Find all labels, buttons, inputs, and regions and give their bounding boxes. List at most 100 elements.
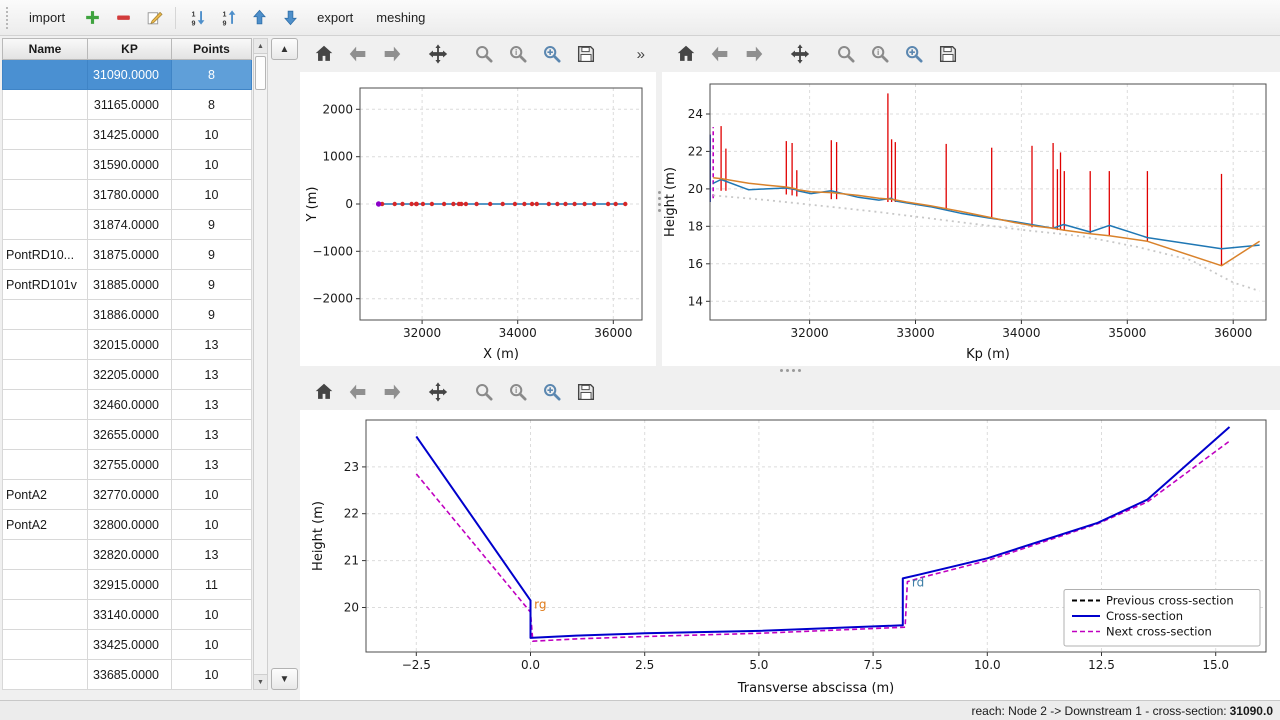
table-row[interactable]: 31425.000010 xyxy=(2,120,252,150)
cell-kp[interactable]: 32800.0000 xyxy=(88,510,172,540)
scroll-down-icon[interactable]: ▼ xyxy=(254,674,267,689)
cell-points[interactable]: 13 xyxy=(172,540,252,570)
back-icon[interactable] xyxy=(343,40,372,69)
table-row[interactable]: 32655.000013 xyxy=(2,420,252,450)
subplots-icon[interactable]: i xyxy=(865,40,894,69)
cell-name[interactable] xyxy=(2,60,88,90)
cell-kp[interactable]: 33425.0000 xyxy=(88,630,172,660)
subplots-icon[interactable]: i xyxy=(503,378,532,407)
cell-kp[interactable]: 32460.0000 xyxy=(88,390,172,420)
customize-icon[interactable] xyxy=(899,40,928,69)
sort-ascending-icon[interactable]: 19 xyxy=(184,5,210,31)
cell-name[interactable] xyxy=(2,420,88,450)
table-row[interactable]: 32205.000013 xyxy=(2,360,252,390)
cell-kp[interactable]: 32770.0000 xyxy=(88,480,172,510)
scroll-up-icon[interactable]: ▲ xyxy=(254,39,267,54)
cell-name[interactable] xyxy=(2,360,88,390)
table-row[interactable]: PontRD101v31885.00009 xyxy=(2,270,252,300)
add-cross-section-icon[interactable] xyxy=(79,5,105,31)
table-row[interactable]: 33425.000010 xyxy=(2,630,252,660)
table-row[interactable]: 33685.000010 xyxy=(2,660,252,690)
cell-name[interactable] xyxy=(2,660,88,690)
customize-icon[interactable] xyxy=(537,40,566,69)
home-icon[interactable] xyxy=(671,40,700,69)
cell-kp[interactable]: 32820.0000 xyxy=(88,540,172,570)
table-row[interactable]: 31165.00008 xyxy=(2,90,252,120)
move-up-icon[interactable] xyxy=(246,5,272,31)
forward-icon[interactable] xyxy=(377,378,406,407)
home-icon[interactable] xyxy=(309,40,338,69)
import-button[interactable]: import xyxy=(20,6,74,29)
table-row[interactable]: 31590.000010 xyxy=(2,150,252,180)
subplots-icon[interactable]: i xyxy=(503,40,532,69)
cell-points[interactable]: 10 xyxy=(172,510,252,540)
zoom-icon[interactable] xyxy=(469,378,498,407)
cell-name[interactable] xyxy=(2,210,88,240)
back-icon[interactable] xyxy=(343,378,372,407)
cell-name[interactable] xyxy=(2,600,88,630)
cell-name[interactable] xyxy=(2,90,88,120)
table-row[interactable]: 31886.00009 xyxy=(2,300,252,330)
cell-points[interactable]: 9 xyxy=(172,300,252,330)
table-row[interactable]: 32755.000013 xyxy=(2,450,252,480)
cell-name[interactable] xyxy=(2,150,88,180)
table-row[interactable]: PontA232770.000010 xyxy=(2,480,252,510)
cell-kp[interactable]: 31780.0000 xyxy=(88,180,172,210)
back-icon[interactable] xyxy=(705,40,734,69)
edit-cross-section-icon[interactable] xyxy=(141,5,167,31)
pan-icon[interactable] xyxy=(423,40,452,69)
cell-points[interactable]: 8 xyxy=(172,60,252,90)
cell-points[interactable]: 10 xyxy=(172,630,252,660)
cell-name[interactable] xyxy=(2,570,88,600)
table-row[interactable]: PontRD10...31875.00009 xyxy=(2,240,252,270)
cell-points[interactable]: 10 xyxy=(172,600,252,630)
cell-points[interactable]: 10 xyxy=(172,660,252,690)
cell-name[interactable] xyxy=(2,390,88,420)
cell-kp[interactable]: 32655.0000 xyxy=(88,420,172,450)
table-row[interactable]: 31874.00009 xyxy=(2,210,252,240)
cell-points[interactable]: 9 xyxy=(172,270,252,300)
toolbar-grip[interactable] xyxy=(6,7,11,29)
cell-name[interactable] xyxy=(2,330,88,360)
zoom-icon[interactable] xyxy=(469,40,498,69)
cell-kp[interactable]: 31885.0000 xyxy=(88,270,172,300)
cell-points[interactable]: 13 xyxy=(172,420,252,450)
meshing-button[interactable]: meshing xyxy=(367,6,434,29)
table-scrollbar[interactable]: ▲ ▼ xyxy=(253,38,268,690)
table-row[interactable]: 31780.000010 xyxy=(2,180,252,210)
table-row[interactable]: 32460.000013 xyxy=(2,390,252,420)
cell-name[interactable]: PontRD10... xyxy=(2,240,88,270)
table-row[interactable]: 32820.000013 xyxy=(2,540,252,570)
row-move-down-button[interactable]: ▼ xyxy=(271,668,298,690)
cell-kp[interactable]: 33685.0000 xyxy=(88,660,172,690)
pan-icon[interactable] xyxy=(423,378,452,407)
save-icon[interactable] xyxy=(571,378,600,407)
cell-kp[interactable]: 31874.0000 xyxy=(88,210,172,240)
column-header-points[interactable]: Points xyxy=(172,38,252,60)
cell-kp[interactable]: 31886.0000 xyxy=(88,300,172,330)
cell-points[interactable]: 10 xyxy=(172,150,252,180)
cell-points[interactable]: 9 xyxy=(172,210,252,240)
horizontal-splitter[interactable] xyxy=(300,366,1280,374)
customize-icon[interactable] xyxy=(537,378,566,407)
cell-name[interactable] xyxy=(2,450,88,480)
longitudinal-profile-chart[interactable]: 3200033000340003500036000141618202224Kp … xyxy=(662,72,1280,366)
pan-icon[interactable] xyxy=(785,40,814,69)
table-row[interactable]: 32915.000011 xyxy=(2,570,252,600)
cell-kp[interactable]: 31090.0000 xyxy=(88,60,172,90)
move-down-icon[interactable] xyxy=(277,5,303,31)
cell-name[interactable] xyxy=(2,180,88,210)
table-row[interactable]: 33140.000010 xyxy=(2,600,252,630)
cell-name[interactable] xyxy=(2,630,88,660)
cell-kp[interactable]: 33140.0000 xyxy=(88,600,172,630)
cell-points[interactable]: 13 xyxy=(172,330,252,360)
cell-kp[interactable]: 32915.0000 xyxy=(88,570,172,600)
cell-name[interactable]: PontA2 xyxy=(2,510,88,540)
cell-name[interactable]: PontA2 xyxy=(2,480,88,510)
remove-cross-section-icon[interactable] xyxy=(110,5,136,31)
cell-points[interactable]: 11 xyxy=(172,570,252,600)
sort-descending-icon[interactable]: 19 xyxy=(215,5,241,31)
cell-points[interactable]: 10 xyxy=(172,120,252,150)
plan-view-chart[interactable]: 320003400036000−2000−1000010002000X (m)Y… xyxy=(300,72,656,366)
cell-points[interactable]: 9 xyxy=(172,240,252,270)
